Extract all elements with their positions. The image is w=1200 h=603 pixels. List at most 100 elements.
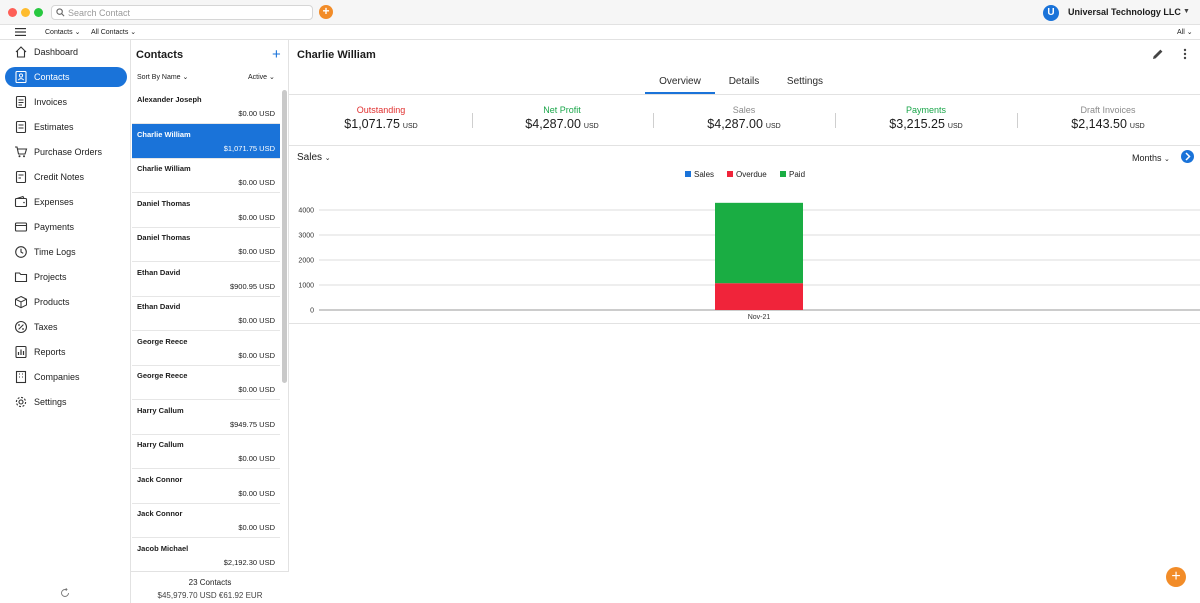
contact-balance: $0.00 USD bbox=[238, 488, 275, 498]
search-input[interactable] bbox=[68, 6, 308, 19]
legend-label: Sales bbox=[694, 170, 714, 179]
contact-row[interactable]: Jack Connor $0.00 USD bbox=[132, 503, 280, 538]
chart-type-dropdown[interactable]: Sales ⌄ bbox=[297, 152, 331, 163]
floating-add-button[interactable]: + bbox=[1166, 567, 1186, 587]
contact-balance: $0.00 USD bbox=[238, 385, 275, 394]
contact-name: Daniel Thomas bbox=[137, 233, 191, 242]
stat-value: $4,287.00 USD bbox=[525, 117, 599, 131]
sidebar-item-label: Estimates bbox=[34, 122, 74, 132]
sidebar-item-settings[interactable]: Settings bbox=[5, 392, 127, 412]
chevron-right-icon bbox=[1185, 152, 1191, 161]
edit-pencil-icon[interactable] bbox=[1152, 48, 1164, 60]
contact-row[interactable]: Ethan David $900.95 USD bbox=[132, 262, 280, 297]
contact-balance: $0.00 USD bbox=[238, 178, 275, 187]
sidebar-item-time-logs[interactable]: Time Logs bbox=[5, 242, 127, 262]
all-contacts-menu[interactable]: All Contacts ⌄ bbox=[91, 28, 136, 36]
contact-row[interactable]: Harry Callum $0.00 USD bbox=[132, 434, 280, 469]
contact-row[interactable]: Alexander Joseph $0.00 USD bbox=[132, 89, 280, 124]
sidebar-item-dashboard[interactable]: Dashboard bbox=[5, 42, 127, 62]
contact-name: Daniel Thomas bbox=[137, 198, 191, 208]
contact-name: Charlie William bbox=[137, 129, 191, 139]
sidebar-item-label: Projects bbox=[34, 272, 67, 282]
sort-dropdown[interactable]: Sort By Name ⌄ bbox=[137, 73, 188, 81]
credit-note-icon bbox=[15, 170, 27, 184]
close-window-button[interactable] bbox=[8, 8, 17, 17]
sub-toolbar: Contacts ⌄ All Contacts ⌄ All ⌄ bbox=[0, 25, 1200, 40]
org-avatar[interactable]: U bbox=[1043, 5, 1059, 21]
sidebar-item-label: Credit Notes bbox=[34, 172, 85, 182]
contacts-list-footer: 23 Contacts $45,979.70 USD €61.92 EUR bbox=[131, 571, 289, 603]
all-filter-menu[interactable]: All ⌄ bbox=[1177, 28, 1193, 36]
stat-value: $3,215.25 USD bbox=[889, 117, 963, 131]
sidebar-item-products[interactable]: Products bbox=[5, 292, 127, 312]
sidebar-item-credit-notes[interactable]: Credit Notes bbox=[5, 167, 127, 187]
contact-row[interactable]: Jacob Michael $2,192.30 USD bbox=[132, 538, 280, 573]
new-item-button[interactable]: + bbox=[319, 5, 333, 19]
contact-row[interactable]: Harry Callum $949.75 USD bbox=[132, 400, 280, 435]
org-name[interactable]: Universal Technology LLC bbox=[1068, 7, 1181, 17]
sync-icon[interactable] bbox=[60, 588, 70, 598]
sales-chart: 0 1000 2000 3000 4000 Sales Overdue Paid Nov-21 bbox=[298, 170, 1200, 321]
hamburger-menu-icon[interactable] bbox=[15, 28, 26, 36]
more-options-icon[interactable] bbox=[1183, 48, 1187, 60]
contact-name: Ethan David bbox=[137, 267, 181, 277]
contacts-menu[interactable]: Contacts ⌄ bbox=[45, 28, 80, 36]
chart-next-button[interactable] bbox=[1181, 150, 1194, 163]
contact-name: Jack Connor bbox=[137, 509, 183, 518]
tab-overview[interactable]: Overview bbox=[645, 76, 715, 94]
sidebar-item-reports[interactable]: Reports bbox=[5, 342, 127, 362]
contact-balance: $2,192.30 USD bbox=[223, 557, 275, 567]
sidebar-item-estimates[interactable]: Estimates bbox=[5, 117, 127, 137]
legend-label: Paid bbox=[789, 170, 805, 179]
sidebar-item-label: Dashboard bbox=[34, 47, 79, 57]
period-dropdown[interactable]: Months ⌄ bbox=[1132, 153, 1170, 163]
contact-row[interactable]: Daniel Thomas $0.00 USD bbox=[132, 193, 280, 228]
contact-row[interactable]: George Reece $0.00 USD bbox=[132, 331, 280, 366]
contact-row[interactable]: Jack Connor $0.00 USD bbox=[132, 469, 280, 504]
add-contact-button[interactable]: + bbox=[272, 46, 281, 63]
tab-settings[interactable]: Settings bbox=[780, 76, 830, 94]
sidebar-item-projects[interactable]: Projects bbox=[5, 267, 127, 287]
contact-row[interactable]: Daniel Thomas $0.00 USD bbox=[132, 227, 280, 262]
search-box[interactable] bbox=[51, 5, 313, 20]
list-scrollbar[interactable] bbox=[282, 90, 287, 383]
sidebar-item-label: Companies bbox=[34, 372, 80, 382]
sidebar-item-taxes[interactable]: Taxes bbox=[5, 317, 127, 337]
folder-icon bbox=[14, 272, 28, 283]
chevron-down-icon[interactable]: ▼ bbox=[1183, 8, 1190, 15]
contact-balance: $0.00 USD bbox=[238, 109, 275, 118]
minimize-window-button[interactable] bbox=[21, 8, 30, 17]
sidebar-item-contacts[interactable]: Contacts bbox=[5, 67, 127, 87]
title-bar: + U Universal Technology LLC ▼ bbox=[0, 0, 1200, 25]
y-tick-label: 1000 bbox=[298, 283, 314, 290]
box-icon bbox=[15, 295, 27, 309]
contact-row[interactable]: Charlie William $0.00 USD bbox=[132, 158, 280, 193]
contact-name: Harry Callum bbox=[137, 440, 184, 449]
y-tick-label: 4000 bbox=[298, 208, 314, 215]
bar-overdue bbox=[715, 283, 803, 310]
sidebar-item-payments[interactable]: Payments bbox=[5, 217, 127, 237]
stat-label: Draft Invoices bbox=[1080, 105, 1136, 115]
zoom-window-button[interactable] bbox=[34, 8, 43, 17]
contact-balance: $0.00 USD bbox=[238, 454, 275, 463]
contact-balance: $0.00 USD bbox=[238, 212, 275, 222]
building-icon bbox=[15, 370, 27, 384]
contact-detail-panel: Charlie William Overview Details Settings … bbox=[289, 40, 1200, 603]
contact-row[interactable]: Ethan David $0.00 USD bbox=[132, 296, 280, 331]
sidebar-item-purchase-orders[interactable]: Purchase Orders bbox=[5, 142, 127, 162]
tab-details[interactable]: Details bbox=[720, 76, 768, 94]
contact-row[interactable]: Charlie William $1,071.75 USD bbox=[132, 123, 280, 159]
sidebar-item-expenses[interactable]: Expenses bbox=[5, 192, 127, 212]
sidebar-item-invoices[interactable]: Invoices bbox=[5, 92, 127, 112]
contacts-count: 23 Contacts bbox=[188, 578, 232, 587]
sidebar-item-label: Taxes bbox=[34, 322, 58, 332]
status-filter-dropdown[interactable]: Active ⌄ bbox=[248, 73, 275, 81]
cart-icon bbox=[15, 146, 28, 158]
sidebar-item-label: Products bbox=[34, 297, 70, 307]
stat-value: $4,287.00 USD bbox=[707, 117, 781, 131]
stat-net-profit: Net Profit $4,287.00 USD bbox=[472, 105, 652, 131]
contact-balance: $0.00 USD bbox=[238, 247, 275, 256]
payment-icon bbox=[14, 222, 28, 232]
sidebar-item-companies[interactable]: Companies bbox=[5, 367, 127, 387]
contact-row[interactable]: George Reece $0.00 USD bbox=[132, 365, 280, 400]
